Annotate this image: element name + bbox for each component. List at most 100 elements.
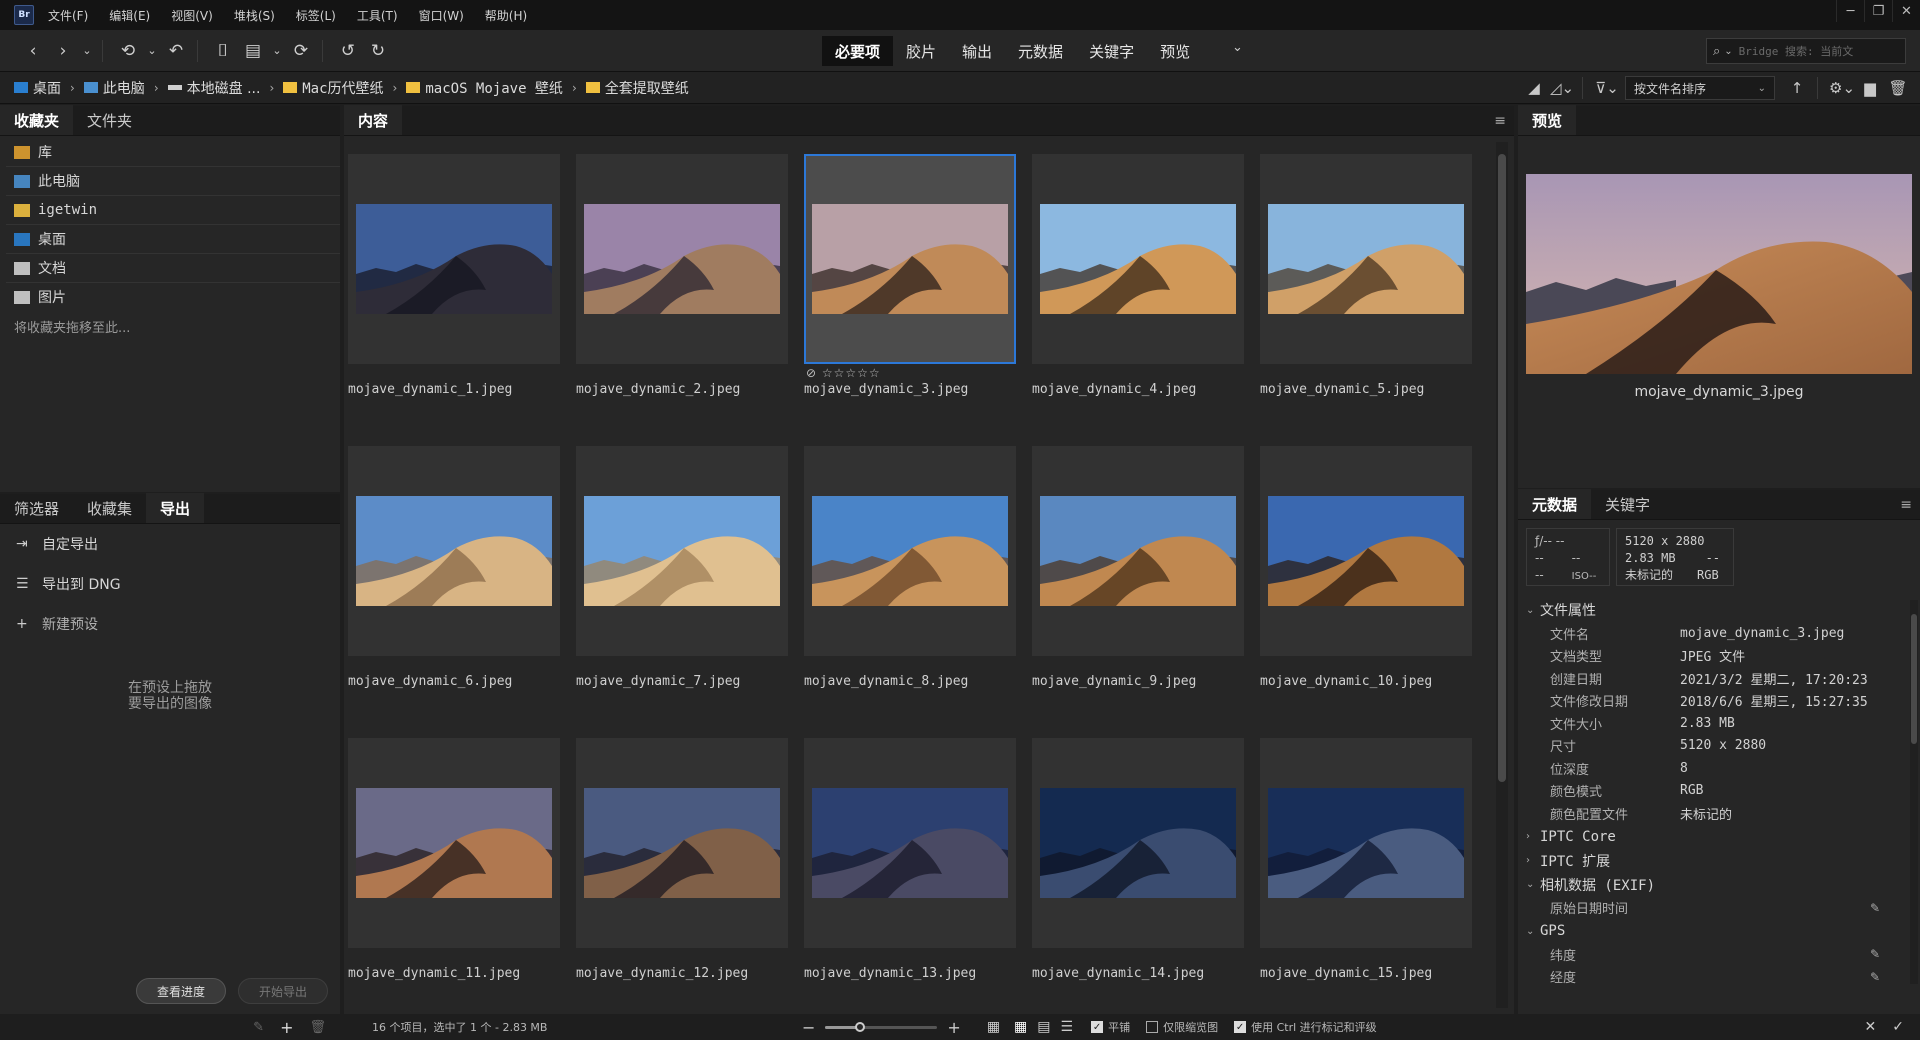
- rotate-right-icon[interactable]: ↻: [365, 38, 391, 64]
- thumbnail-cell[interactable]: mojave_dynamic_11.jpeg: [348, 732, 560, 1008]
- trash-icon[interactable]: 🗑: [309, 1020, 326, 1035]
- menu-item[interactable]: 工具(T): [357, 7, 398, 24]
- grid-lock-icon[interactable]: ▦: [987, 1019, 1000, 1035]
- thumbnail-cell[interactable]: mojave_dynamic_7.jpeg: [576, 440, 788, 730]
- view-progress-button[interactable]: 查看进度: [136, 978, 226, 1004]
- thumbnail-cell[interactable]: ⊘ ☆☆☆☆☆ mojave_dynamic_3.jpeg: [804, 148, 1016, 438]
- menu-item[interactable]: 帮助(H): [485, 7, 527, 24]
- breadcrumb-item[interactable]: 此电脑: [83, 78, 145, 98]
- reject-icon[interactable]: ⊘: [806, 366, 822, 380]
- delete-icon[interactable]: 🗑: [1886, 76, 1910, 100]
- section-file-properties[interactable]: ⌄ 文件属性: [1518, 598, 1908, 622]
- thumbnail-cell[interactable]: mojave_dynamic_5.jpeg: [1260, 148, 1472, 438]
- list-view-icon[interactable]: ☰: [1061, 1019, 1074, 1035]
- favorite-item[interactable]: igetwin: [0, 196, 340, 224]
- thumbnail-cell[interactable]: mojave_dynamic_1.jpeg: [348, 148, 560, 438]
- quality-icon[interactable]: ◢: [1522, 76, 1546, 100]
- workspace-tab[interactable]: 元数据: [1005, 36, 1076, 66]
- menu-item[interactable]: 堆栈(S): [234, 7, 275, 24]
- content-scrollbar[interactable]: [1496, 142, 1508, 1008]
- search-dropdown-icon[interactable]: ⌄: [1724, 46, 1732, 57]
- rotate-left-icon[interactable]: ↺: [335, 38, 361, 64]
- section-iptc-core[interactable]: › IPTC Core: [1518, 825, 1908, 849]
- sort-direction-icon[interactable]: ↑: [1785, 76, 1809, 100]
- chevron-down-icon[interactable]: ⌄: [145, 38, 159, 64]
- thumbnail-frame[interactable]: [1260, 738, 1472, 948]
- start-export-button[interactable]: 开始导出: [238, 978, 328, 1004]
- tab-metadata[interactable]: 元数据: [1518, 489, 1592, 519]
- scroll-thumb[interactable]: [1498, 154, 1506, 782]
- thumbnail-frame[interactable]: [1032, 154, 1244, 364]
- breadcrumb-item[interactable]: 全套提取壁纸: [585, 78, 689, 98]
- metadata-scroll-thumb[interactable]: [1911, 614, 1917, 744]
- add-icon[interactable]: +: [280, 1018, 293, 1037]
- thumbs-only-checkbox[interactable]: [1146, 1021, 1159, 1033]
- favorite-item[interactable]: 此电脑: [0, 167, 340, 195]
- thumbnail-frame[interactable]: [804, 738, 1016, 948]
- filter-icon[interactable]: ⊽⌄: [1595, 76, 1619, 100]
- details-view-icon[interactable]: ▤: [1037, 1019, 1050, 1035]
- favorite-item[interactable]: 文档: [0, 254, 340, 282]
- tab-collections[interactable]: 收藏集: [73, 493, 146, 523]
- thumbnail-frame[interactable]: [348, 446, 560, 656]
- menu-item[interactable]: 文件(F): [48, 7, 88, 24]
- sort-dropdown[interactable]: 按文件名排序 ⌄: [1625, 76, 1775, 100]
- slider-handle[interactable]: [855, 1022, 866, 1032]
- thumbnail-cell[interactable]: mojave_dynamic_8.jpeg: [804, 440, 1016, 730]
- thumbnail-frame[interactable]: [348, 738, 560, 948]
- tab-keywords[interactable]: 关键字: [1591, 489, 1664, 519]
- restore-button[interactable]: ❐: [1864, 0, 1892, 22]
- tab-folders[interactable]: 文件夹: [73, 105, 146, 135]
- thumbnail-frame[interactable]: [348, 154, 560, 364]
- thumbnail-cell[interactable]: mojave_dynamic_6.jpeg: [348, 440, 560, 730]
- tab-favorites[interactable]: 收藏夹: [0, 105, 74, 135]
- zoom-out-icon[interactable]: −: [802, 1018, 815, 1037]
- chevron-down-icon[interactable]: ⌄: [80, 38, 94, 64]
- refine-icon[interactable]: ▤: [240, 38, 266, 64]
- zoom-in-icon[interactable]: +: [947, 1018, 960, 1037]
- thumbnail-frame[interactable]: [576, 154, 788, 364]
- thumbnail-cell[interactable]: mojave_dynamic_15.jpeg: [1260, 732, 1472, 1008]
- workspace-tab[interactable]: 胶片: [893, 36, 949, 66]
- section-gps[interactable]: ⌄ GPS: [1518, 919, 1908, 943]
- tab-export[interactable]: 导出: [146, 493, 205, 523]
- workspace-tab[interactable]: 输出: [949, 36, 1005, 66]
- workspace-tab[interactable]: 必要项: [822, 36, 894, 66]
- export-preset-item[interactable]: ⇥ 自定导出: [0, 524, 340, 564]
- return-icon[interactable]: ↶: [163, 38, 189, 64]
- thumbnail-cell[interactable]: mojave_dynamic_13.jpeg: [804, 732, 1016, 1008]
- menu-item[interactable]: 标签(L): [296, 7, 336, 24]
- thumbnail-frame[interactable]: [1260, 154, 1472, 364]
- thumbnail-cell[interactable]: mojave_dynamic_2.jpeg: [576, 148, 788, 438]
- thumbnail-frame[interactable]: [576, 446, 788, 656]
- recent-icon[interactable]: ⟲: [115, 38, 141, 64]
- rating-stars[interactable]: ⊘ ☆☆☆☆☆: [806, 366, 881, 380]
- tab-content[interactable]: 内容: [344, 105, 403, 135]
- breadcrumb-item[interactable]: 本地磁盘 ...: [167, 78, 260, 98]
- section-exif[interactable]: ⌄ 相机数据 (EXIF): [1518, 873, 1908, 897]
- export-preset-item[interactable]: ☰ 导出到 DNG: [0, 564, 340, 604]
- thumbnail-frame[interactable]: [804, 154, 1016, 364]
- cancel-icon[interactable]: ✕: [1865, 1019, 1877, 1035]
- pencil-icon[interactable]: ✎: [1870, 901, 1880, 915]
- menu-item[interactable]: 编辑(E): [109, 7, 150, 24]
- thumbnail-cell[interactable]: mojave_dynamic_4.jpeg: [1032, 148, 1244, 438]
- tab-preview[interactable]: 预览: [1518, 105, 1577, 135]
- camera-icon[interactable]: ⌷: [210, 38, 236, 64]
- preview-image[interactable]: [1526, 174, 1912, 374]
- close-button[interactable]: ✕: [1892, 0, 1920, 22]
- favorite-item[interactable]: 库: [0, 138, 340, 166]
- back-icon[interactable]: ‹: [20, 38, 46, 64]
- star-filter-icon[interactable]: ◿⌄: [1550, 76, 1574, 100]
- thumbnail-cell[interactable]: mojave_dynamic_9.jpeg: [1032, 440, 1244, 730]
- favorite-item[interactable]: 桌面: [0, 225, 340, 253]
- chevron-down-icon[interactable]: ⌄: [270, 38, 284, 64]
- thumbnail-view-icon[interactable]: ▦: [1014, 1019, 1027, 1035]
- forward-icon[interactable]: ›: [50, 38, 76, 64]
- workspace-tab[interactable]: 关键字: [1076, 36, 1147, 66]
- menu-item[interactable]: 窗口(W): [419, 7, 464, 24]
- thumbnail-frame[interactable]: [1032, 446, 1244, 656]
- new-folder-icon[interactable]: ▆: [1858, 76, 1882, 100]
- breadcrumb-item[interactable]: macOS Mojave 壁纸: [406, 78, 563, 98]
- export-preset-item[interactable]: + 新建预设: [0, 604, 340, 644]
